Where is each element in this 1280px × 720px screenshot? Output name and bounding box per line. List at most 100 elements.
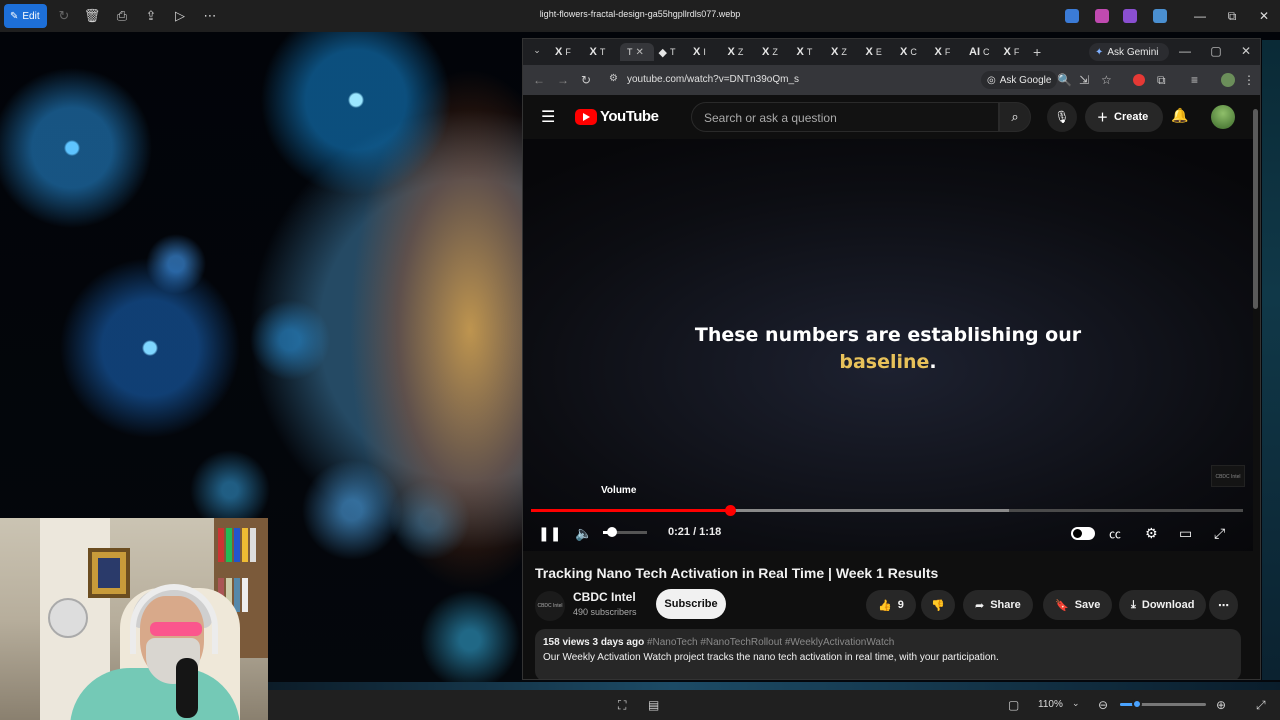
scrollbar-thumb[interactable] bbox=[1253, 109, 1258, 309]
extensions-icon[interactable]: ⧉ bbox=[1157, 73, 1166, 88]
description-text: Our Weekly Activation Watch project trac… bbox=[543, 652, 999, 663]
youtube-logo[interactable]: YouTube bbox=[575, 108, 659, 125]
restore-icon[interactable]: ⧉ bbox=[1220, 6, 1244, 26]
captions-icon[interactable]: ㏄ bbox=[1109, 525, 1121, 542]
dislike-button[interactable]: 👎 bbox=[921, 590, 955, 620]
browser-tab[interactable]: XI bbox=[689, 43, 721, 61]
browser-tab[interactable]: T ✕ bbox=[620, 43, 654, 61]
voice-search-icon[interactable]: 🎙 bbox=[1047, 102, 1077, 132]
browser-maximize-icon[interactable]: ▢ bbox=[1206, 44, 1226, 58]
fullscreen-icon[interactable]: ⤢ bbox=[1214, 525, 1225, 542]
search-icon[interactable]: ⌕ bbox=[999, 102, 1031, 132]
browser-minimize-icon[interactable]: — bbox=[1175, 44, 1195, 58]
like-button[interactable]: 👍 9 bbox=[866, 590, 916, 620]
channel-name[interactable]: CBDC Intel bbox=[573, 590, 636, 604]
browser-tab[interactable]: XZ bbox=[758, 43, 790, 61]
site-info-icon[interactable]: ⚙ bbox=[609, 73, 618, 84]
chevron-down-icon[interactable]: ⌄ bbox=[1072, 698, 1080, 709]
reload-icon[interactable]: ↻ bbox=[581, 73, 591, 87]
browser-tab[interactable]: XC bbox=[896, 43, 928, 61]
share-button[interactable]: ➦ Share bbox=[963, 590, 1033, 620]
volume-icon[interactable]: 🔈 bbox=[575, 525, 592, 542]
expand-icon[interactable]: ⤢ bbox=[1256, 698, 1266, 713]
tab-strip: ⌄ X F X T T ✕ ◆ T X I X Z X Z X T X Z X E X C X F AI C X F + ✦ Ask … bbox=[523, 39, 1260, 65]
app-tray-icon[interactable] bbox=[1065, 9, 1079, 23]
webcam-overlay bbox=[0, 518, 268, 720]
progress-bar[interactable] bbox=[531, 505, 1243, 516]
tab-title: E bbox=[875, 47, 882, 57]
theater-mode-icon[interactable]: ▭ bbox=[1179, 525, 1192, 542]
progress-scrubber[interactable] bbox=[725, 505, 737, 516]
browser-tab[interactable]: XF bbox=[931, 43, 963, 61]
video-player[interactable]: These numbers are establishing our basel… bbox=[523, 139, 1253, 551]
google-lens-icon: ◎ bbox=[987, 74, 996, 86]
thumbs-down-icon: 👎 bbox=[931, 599, 945, 612]
pause-icon[interactable]: ❚❚ bbox=[538, 525, 561, 542]
more-actions-button[interactable]: ⋯ bbox=[1209, 590, 1238, 620]
ask-gemini-button[interactable]: ✦ Ask Gemini bbox=[1089, 43, 1169, 61]
hashtags[interactable]: #NanoTech #NanoTechRollout #WeeklyActiva… bbox=[647, 637, 894, 648]
video-info: Tracking Nano Tech Activation in Real Ti… bbox=[523, 551, 1253, 679]
notifications-icon[interactable]: 🔔 bbox=[1171, 107, 1188, 124]
browser-tab[interactable]: XT bbox=[586, 43, 618, 61]
thumbs-up-icon: 👍 bbox=[878, 599, 892, 612]
caption-highlight: baseline bbox=[839, 351, 930, 373]
browser-tab[interactable]: XZ bbox=[827, 43, 859, 61]
app-tray-icon[interactable] bbox=[1095, 9, 1109, 23]
volume-thumb[interactable] bbox=[606, 527, 617, 537]
minimize-icon[interactable]: — bbox=[1188, 6, 1212, 26]
fullscreen-icon[interactable]: ▢ bbox=[1008, 698, 1019, 712]
forward-icon[interactable]: → bbox=[557, 73, 569, 87]
bookmark-star-icon[interactable]: ☆ bbox=[1101, 73, 1112, 87]
browser-tab[interactable]: XF bbox=[1000, 43, 1032, 61]
browser-tab[interactable]: XZ bbox=[724, 43, 756, 61]
reading-list-icon[interactable]: ≡ bbox=[1191, 73, 1198, 87]
user-avatar[interactable] bbox=[1211, 105, 1235, 129]
zoom-icon[interactable]: 🔍 bbox=[1057, 73, 1072, 87]
zoom-slider-thumb[interactable] bbox=[1132, 699, 1143, 709]
browser-tab[interactable]: AI C bbox=[965, 43, 997, 61]
browser-tab[interactable]: XE bbox=[862, 43, 894, 61]
close-icon[interactable]: ✕ bbox=[1252, 6, 1276, 26]
back-icon[interactable]: ← bbox=[533, 73, 545, 87]
zoom-out-icon[interactable]: ⊖ bbox=[1098, 698, 1108, 712]
browser-menu-icon[interactable]: ⋮ bbox=[1243, 73, 1255, 87]
webcam-microphone bbox=[176, 658, 198, 718]
browser-tab[interactable]: ◆ T bbox=[655, 43, 687, 61]
browser-close-icon[interactable]: ✕ bbox=[1236, 44, 1256, 58]
adblock-icon[interactable] bbox=[1133, 74, 1145, 86]
url-field[interactable]: youtube.com/watch?v=DNTn39oQm_s bbox=[627, 74, 799, 85]
filmstrip-icon[interactable]: ▤ bbox=[648, 698, 659, 712]
tab-close-icon[interactable]: ✕ bbox=[636, 47, 644, 58]
ask-google-button[interactable]: ◎ Ask Google bbox=[981, 71, 1058, 89]
channel-avatar[interactable]: CBDC Intel bbox=[535, 591, 565, 621]
ask-gemini-label: Ask Gemini bbox=[1107, 46, 1159, 58]
settings-gear-icon[interactable]: ⚙ bbox=[1145, 525, 1158, 542]
autoplay-toggle[interactable] bbox=[1071, 527, 1095, 540]
search-input[interactable]: Search or ask a question bbox=[691, 102, 999, 132]
channel-watermark[interactable]: CBDC Intel bbox=[1211, 465, 1245, 487]
fit-icon[interactable]: ⛶ bbox=[618, 698, 626, 713]
zoom-level[interactable]: 110% bbox=[1038, 699, 1063, 710]
profile-avatar[interactable] bbox=[1221, 73, 1235, 87]
browser-tab[interactable]: XT bbox=[793, 43, 825, 61]
zoom-slider[interactable] bbox=[1120, 699, 1206, 709]
create-button[interactable]: ＋ Create bbox=[1085, 102, 1163, 132]
webcam-picture-frame bbox=[88, 548, 130, 598]
description-box[interactable]: 158 views 3 days ago #NanoTech #NanoTech… bbox=[535, 629, 1241, 679]
install-icon[interactable]: ⇲ bbox=[1079, 73, 1089, 87]
volume-slider[interactable] bbox=[603, 527, 647, 537]
save-button[interactable]: 🔖 Save bbox=[1043, 590, 1113, 620]
tab-search-icon[interactable]: ⌄ bbox=[527, 45, 547, 56]
page-scrollbar[interactable] bbox=[1253, 99, 1259, 671]
zoom-in-icon[interactable]: ⊕ bbox=[1216, 698, 1226, 712]
share-label: Share bbox=[990, 599, 1021, 611]
app-tray-icon[interactable] bbox=[1123, 9, 1137, 23]
browser-tab[interactable]: XF bbox=[551, 43, 583, 61]
download-button[interactable]: ⤓ Download bbox=[1119, 590, 1207, 620]
subscribe-button[interactable]: Subscribe bbox=[656, 589, 726, 619]
cloud-icon[interactable] bbox=[1153, 9, 1167, 23]
tab-title: T bbox=[669, 47, 676, 57]
new-tab-icon[interactable]: + bbox=[1033, 44, 1041, 60]
hamburger-menu-icon[interactable]: ☰ bbox=[541, 107, 555, 127]
